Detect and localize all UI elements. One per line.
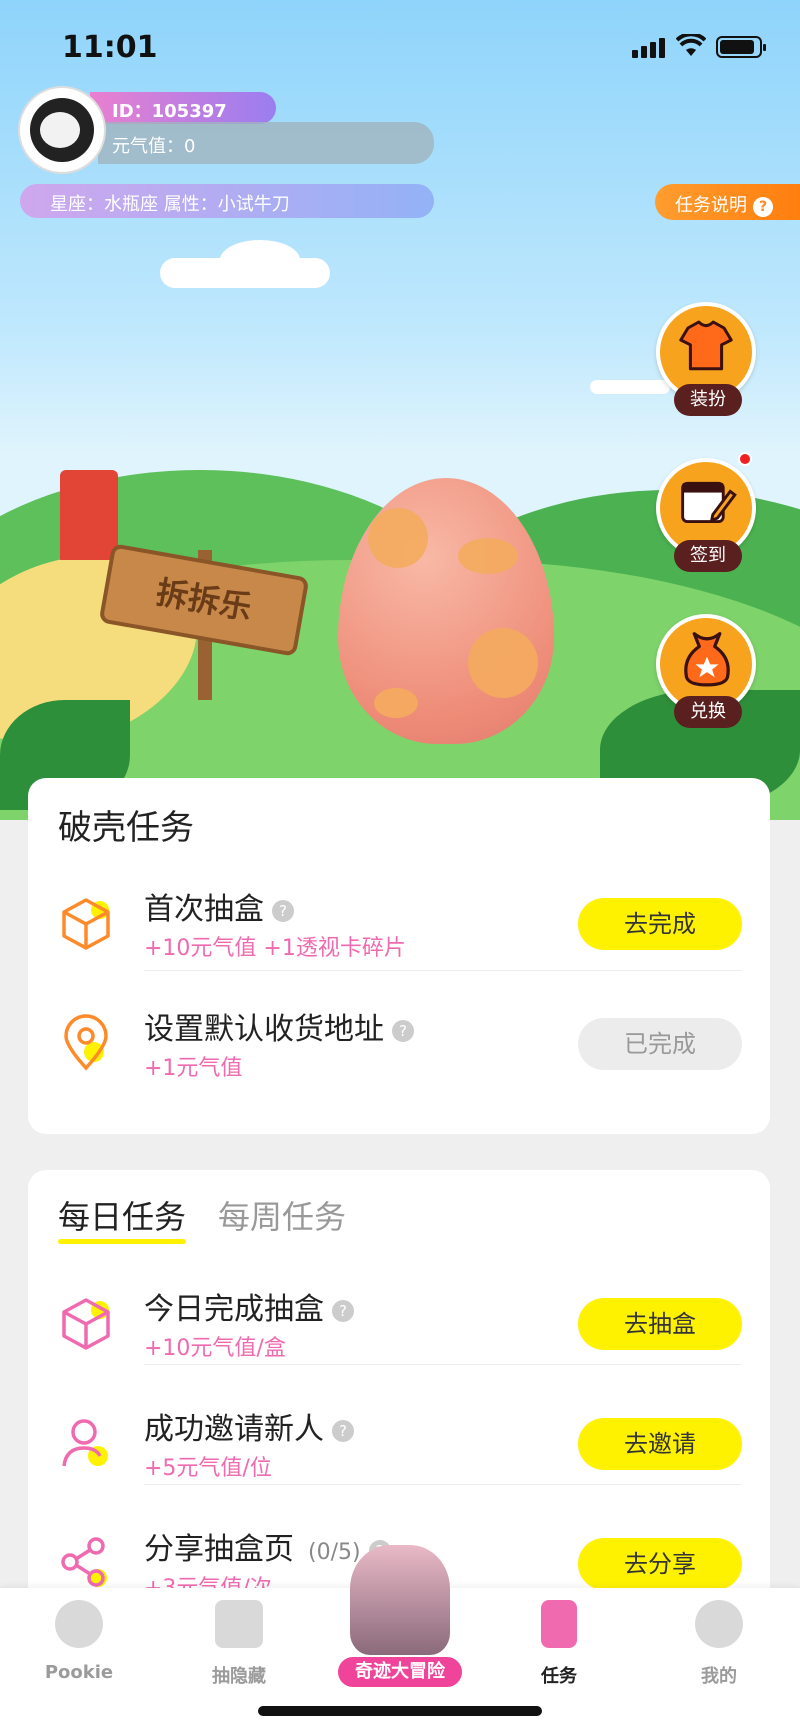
cloud xyxy=(220,240,300,280)
tab-label: 任务 xyxy=(541,1666,577,1687)
tab-daily[interactable]: 每日任务 xyxy=(58,1192,187,1244)
box-icon xyxy=(62,1298,110,1350)
task-name-text: 今日完成抽盒 xyxy=(144,1292,324,1327)
tab-adventure[interactable]: 奇迹大冒险 xyxy=(338,1545,462,1687)
box-icon xyxy=(62,898,110,950)
divider xyxy=(144,1484,742,1485)
task-reward: +10元气值/盒 xyxy=(144,1336,286,1361)
cellular-signal-icon xyxy=(632,36,668,58)
status-time: 11:01 xyxy=(62,30,158,65)
egg-spot xyxy=(374,688,418,718)
egg-spot xyxy=(368,508,428,568)
avatar-image xyxy=(30,98,94,162)
share-icon xyxy=(61,1537,107,1587)
task-row: 今日完成抽盒? +10元气值/盒 去抽盒 xyxy=(28,1268,770,1388)
daily-tasks-card: 每日任务 每周任务 今日完成抽盒? +10元气值/盒 去抽盒 成功邀请新人? +… xyxy=(28,1170,770,1610)
check-in-label: 签到 xyxy=(674,540,742,572)
task-info-button[interactable]: 任务说明? xyxy=(655,184,800,220)
task-name: 今日完成抽盒? xyxy=(144,1284,354,1328)
figure-icon xyxy=(350,1545,450,1655)
home-indicator xyxy=(258,1706,542,1716)
tab-weekly[interactable]: 每周任务 xyxy=(218,1192,346,1238)
shirt-icon xyxy=(679,320,733,371)
task-reward: +5元气值/位 xyxy=(144,1456,272,1481)
task-reward: +1元气值 xyxy=(144,1056,243,1081)
person-icon xyxy=(62,1419,108,1467)
energy-value: 元气值：0 xyxy=(98,122,434,164)
task-row: 成功邀请新人? +5元气值/位 去邀请 xyxy=(28,1388,770,1508)
exchange-button[interactable]: 兑换 xyxy=(656,614,756,728)
go-share-button[interactable]: 去分享 xyxy=(578,1538,742,1590)
task-name-text: 分享抽盒页 xyxy=(144,1532,294,1567)
location-icon xyxy=(64,1014,108,1071)
divider xyxy=(144,1364,742,1365)
notification-dot xyxy=(738,452,752,466)
battery-icon xyxy=(716,36,766,58)
task-name-text: 设置默认收货地址 xyxy=(144,1012,384,1047)
user-id: ID：105397 xyxy=(90,92,276,124)
help-icon[interactable]: ? xyxy=(392,1019,414,1042)
wifi-icon xyxy=(676,34,706,56)
status-bar: 11:01 xyxy=(0,0,800,95)
task-info-label: 任务说明 xyxy=(675,195,747,216)
dress-up-button[interactable]: 装扮 xyxy=(656,302,756,416)
tab-hidden-draw[interactable]: 抽隐藏 xyxy=(184,1600,294,1688)
task-row: 设置默认收货地址? +1元气值 已完成 xyxy=(28,988,770,1108)
tab-label: 抽隐藏 xyxy=(212,1666,266,1687)
calendar-icon xyxy=(681,481,737,524)
profile-icon xyxy=(695,1600,743,1648)
task-name: 成功邀请新人? xyxy=(144,1404,354,1448)
go-draw-button[interactable]: 去抽盒 xyxy=(578,1298,742,1350)
help-icon[interactable]: ? xyxy=(332,1299,354,1322)
task-reward: +10元气值 +1透视卡碎片 xyxy=(144,936,406,961)
gift-icon xyxy=(215,1600,263,1648)
task-name-text: 成功邀请新人 xyxy=(144,1412,324,1447)
help-icon[interactable]: ? xyxy=(272,899,294,922)
check-in-button[interactable]: 签到 xyxy=(656,458,756,572)
task-icon xyxy=(541,1600,577,1648)
shell-tasks-title: 破壳任务 xyxy=(58,808,194,848)
planet-icon xyxy=(55,1600,103,1648)
help-icon[interactable]: ? xyxy=(332,1419,354,1442)
task-name: 设置默认收货地址? xyxy=(144,1004,414,1048)
adventure-label: 奇迹大冒险 xyxy=(338,1657,462,1687)
divider xyxy=(144,970,742,971)
egg-spot xyxy=(468,628,538,698)
tab-mine[interactable]: 我的 xyxy=(664,1600,774,1688)
bag-icon xyxy=(684,632,730,687)
go-invite-button[interactable]: 去邀请 xyxy=(578,1418,742,1470)
complete-first-draw-button[interactable]: 去完成 xyxy=(578,898,742,950)
tab-pookie[interactable]: Pookie xyxy=(24,1600,134,1683)
shell-tasks-card: 破壳任务 首次抽盒? +10元气值 +1透视卡碎片 去完成 设置默认收货地址? … xyxy=(28,778,770,1134)
egg-spot xyxy=(458,538,518,574)
avatar[interactable] xyxy=(20,88,104,172)
task-name-text: 首次抽盒 xyxy=(144,892,264,927)
tab-label: 我的 xyxy=(701,1666,737,1687)
tab-label: Pookie xyxy=(44,1662,114,1683)
task-name: 首次抽盒? xyxy=(144,884,294,928)
completed-address-button[interactable]: 已完成 xyxy=(578,1018,742,1070)
windmill xyxy=(60,470,118,560)
question-icon: ? xyxy=(753,197,773,217)
zodiac-attribute: 星座：水瓶座 属性：小试牛刀 xyxy=(20,184,434,218)
cloud xyxy=(590,380,670,394)
exchange-label: 兑换 xyxy=(674,696,742,728)
dress-up-label: 装扮 xyxy=(674,384,742,416)
tab-tasks[interactable]: 任务 xyxy=(504,1600,614,1688)
